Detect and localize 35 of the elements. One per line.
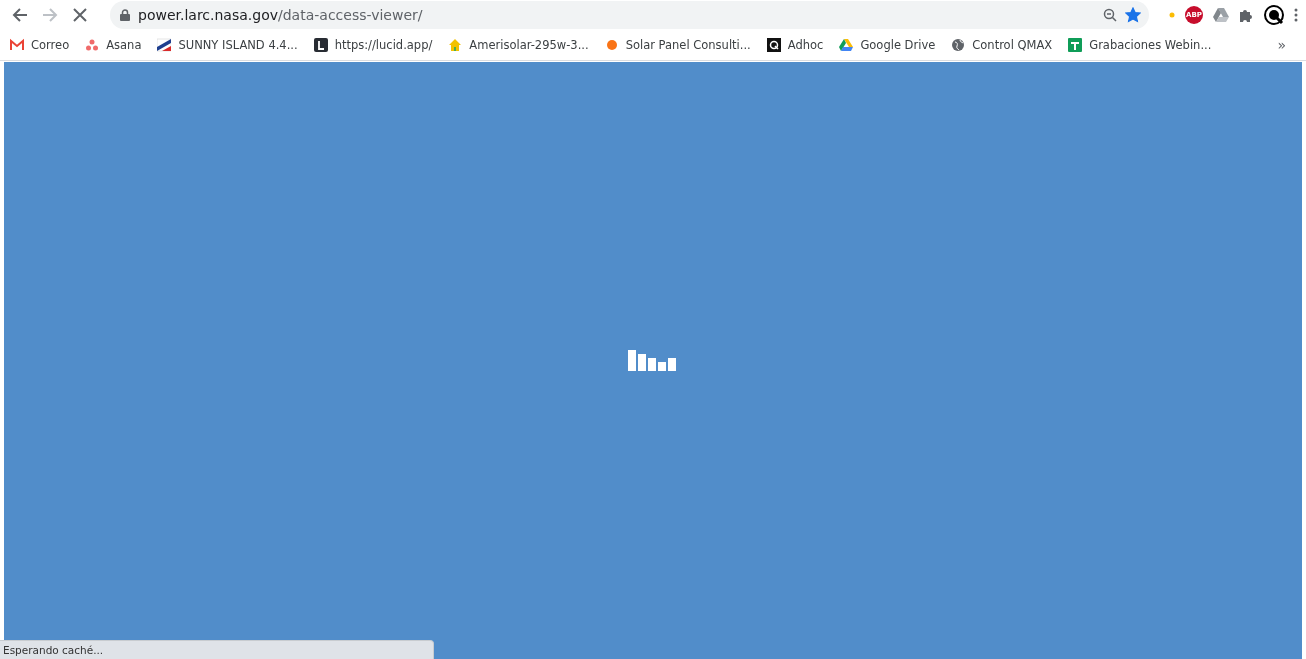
close-icon[interactable] (73, 8, 87, 22)
address-bar[interactable]: power.larc.nasa.gov/data-access-viewer/ (110, 1, 1149, 29)
bookmark[interactable]: Correo (10, 38, 70, 52)
loading-bars-icon (627, 350, 679, 371)
url-text: power.larc.nasa.gov/data-access-viewer/ (138, 7, 424, 23)
globe-icon (951, 38, 966, 52)
bookmark[interactable]: Adhoc (766, 38, 824, 52)
lucid-icon (313, 38, 328, 52)
puzzle-icon[interactable] (1239, 7, 1254, 23)
q-icon (766, 38, 781, 52)
bookmark[interactable]: Solar Panel Consulti... (604, 38, 751, 52)
bookmark[interactable]: Asana (85, 38, 142, 52)
zoom-out-icon[interactable] (1103, 8, 1117, 22)
bookmark[interactable]: Amerisolar-295w-3... (448, 38, 589, 52)
back-arrow-icon[interactable] (12, 7, 28, 23)
star-icon[interactable] (1125, 7, 1141, 23)
menu-icon[interactable] (1294, 8, 1298, 22)
flag-icon (157, 38, 172, 52)
more-bookmarks-button[interactable]: » (1277, 37, 1296, 53)
bookmark[interactable]: Grabaciones Webin... (1068, 38, 1212, 52)
drive-icon (839, 38, 854, 52)
dots-icon (85, 38, 100, 52)
lock-icon (120, 9, 130, 21)
bookmark[interactable]: Control QMAX (951, 38, 1053, 52)
dot-icon[interactable] (1169, 12, 1175, 18)
bookmark[interactable]: https://lucid.app/ (313, 38, 433, 52)
envelope-icon (10, 38, 24, 52)
bookmark[interactable]: Google Drive (839, 38, 936, 52)
bookmark[interactable]: SUNNY ISLAND 4.4... (157, 38, 298, 52)
dot-icon (604, 38, 619, 52)
sheet-icon (1068, 38, 1083, 52)
drive-icon[interactable] (1213, 8, 1229, 22)
status-bar: Esperando caché... (0, 640, 434, 659)
profile-icon[interactable] (1264, 5, 1284, 25)
house-icon (448, 38, 463, 52)
